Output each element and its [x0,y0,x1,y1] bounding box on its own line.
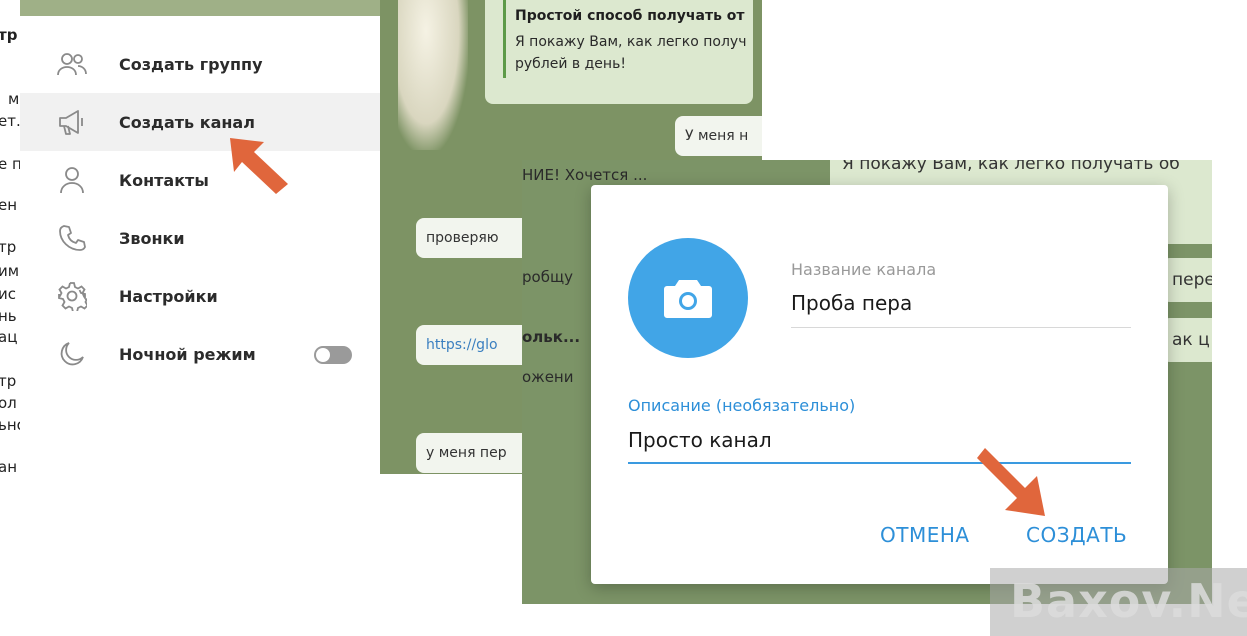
background-text-fragment: тр [0,26,18,44]
background-text-fragment: нь [0,307,17,325]
background-text-fragment: ол [0,394,17,412]
menu-item-night-mode[interactable]: Ночной режим [20,325,380,383]
menu-item-label: Создать канал [119,112,255,132]
background-text-fragment: им [0,262,20,280]
watermark: Baxov.Net [990,568,1247,636]
forwarded-message-card: Простой способ получать от Я покажу Вам,… [485,0,753,104]
background-text-fragment: тр [0,372,17,390]
pointer-arrow-icon [230,138,288,194]
menu-item-calls[interactable]: Звонки [20,209,380,267]
quote-title: Простой способ получать от [515,8,745,24]
create-channel-dialog: Название канала Проба пера Описание (нео… [591,185,1168,584]
message-bubble: У меня н [675,116,762,156]
moon-icon [56,338,88,370]
menu-item-create-channel[interactable]: Создать канал [20,93,380,151]
message-text: пере [1172,270,1212,290]
quote-text: Я покажу Вам, как легко получ [515,34,747,50]
background-text-fragment: тр [0,238,17,256]
background-text-fragment: м [8,90,20,108]
phone-icon [56,222,88,254]
description-label: Описание (необязательно) [628,396,856,415]
menu-item-label: Настройки [119,286,218,306]
menu-item-settings[interactable]: Настройки [20,267,380,325]
channel-name-underline [791,327,1131,328]
watermark-text: Baxov.Net [1010,574,1247,628]
person-icon [56,164,88,196]
background-text-fragment: ан [0,458,17,476]
background-text-fragment: ац [0,328,18,346]
group-icon [56,48,88,80]
menu-header-image [20,0,380,16]
message-text: ожени [522,368,574,386]
background-text-column: тр ет. м е п ен тр им ис нь ац тр ол ьнo… [0,0,20,480]
cancel-button[interactable]: ОТМЕНА [880,523,970,547]
pointer-arrow-icon [977,448,1045,516]
message-text: робщу [522,268,573,286]
main-menu-panel: Создать группу Создать канал Контакты Зв… [20,0,380,474]
message-text: Я покажу Вам, как легко получать об [842,160,1180,174]
gear-icon [56,280,88,312]
description-input[interactable]: Просто канал [628,428,772,452]
menu-item-label: Создать группу [119,54,263,74]
menu-item-create-group[interactable]: Создать группу [20,35,380,93]
menu-item-label: Ночной режим [119,344,256,364]
message-text: ольк... [522,328,581,346]
background-text-fragment: ьнo [0,416,20,434]
background-text-fragment: ен [0,196,18,214]
background-text-fragment: ис [0,285,16,303]
megaphone-icon [56,106,88,138]
background-text-fragment: е п [0,155,20,173]
channel-photo-button[interactable] [628,238,748,358]
message-text: ак ц [1172,330,1210,350]
menu-item-label: Звонки [119,228,185,248]
channel-name-input[interactable]: Проба пера [791,291,912,315]
quote-text: рублей в день! [515,56,626,72]
message-text: НИЕ! Хочется ... [522,166,648,184]
create-button[interactable]: СОЗДАТЬ [1026,523,1127,547]
flower-wallpaper [398,0,468,150]
night-mode-toggle[interactable] [314,346,352,364]
description-underline [628,462,1131,464]
background-text-fragment: ет. [0,112,20,130]
menu-item-contacts[interactable]: Контакты [20,151,380,209]
quote-bar [503,0,506,78]
menu-item-label: Контакты [119,170,209,190]
camera-icon [664,280,712,318]
channel-name-label: Название канала [791,260,937,279]
